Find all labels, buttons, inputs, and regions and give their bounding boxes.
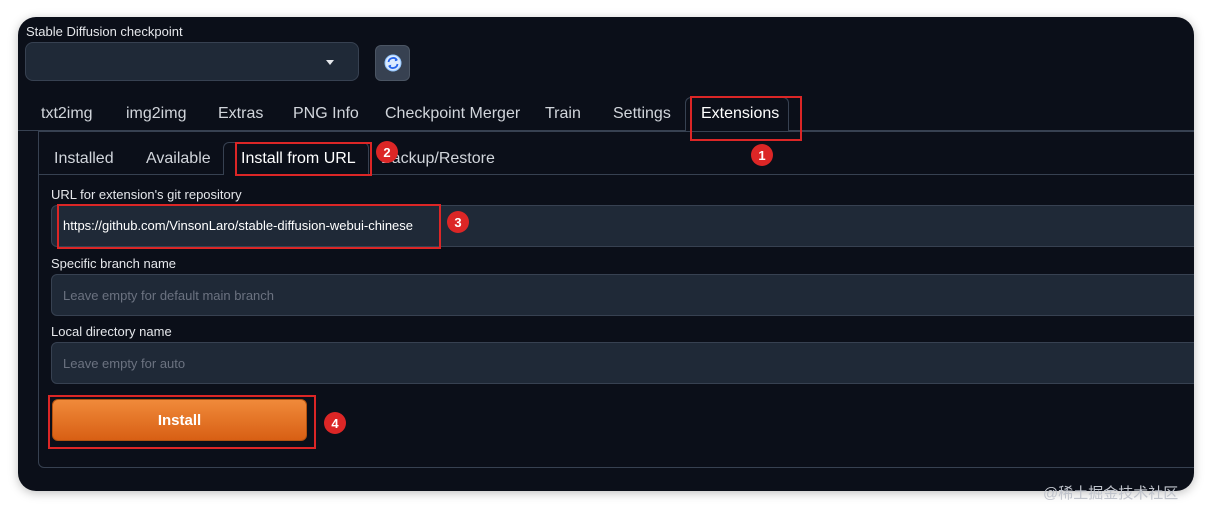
directory-input[interactable]: Leave empty for auto [51, 342, 1194, 384]
branch-field-label: Specific branch name [51, 256, 177, 271]
checkpoint-label: Stable Diffusion checkpoint [26, 24, 183, 39]
annotation-badge-2: 2 [376, 141, 398, 163]
annotation-badge-1: 1 [751, 144, 773, 166]
annotation-badge-3: 3 [447, 211, 469, 233]
caret-down-icon [326, 60, 334, 65]
tab-settings[interactable]: Settings [613, 105, 671, 123]
tab-png-info[interactable]: PNG Info [293, 105, 359, 123]
tab-installed[interactable]: Installed [54, 150, 114, 168]
highlight-install-from-url-tab [235, 142, 372, 176]
branch-input[interactable]: Leave empty for default main branch [51, 274, 1194, 316]
refresh-checkpoint-button[interactable] [375, 45, 410, 81]
tab-extras[interactable]: Extras [218, 105, 263, 123]
tab-train[interactable]: Train [545, 105, 581, 123]
tab-img2img[interactable]: img2img [126, 105, 186, 123]
checkpoint-dropdown[interactable] [25, 42, 359, 81]
watermark-text: @稀土掘金技术社区 [1043, 485, 1179, 502]
refresh-icon [384, 54, 401, 72]
highlight-url-input [57, 204, 441, 249]
tab-checkpoint-merger[interactable]: Checkpoint Merger [385, 105, 520, 123]
tab-available[interactable]: Available [146, 150, 211, 168]
annotation-badge-4: 4 [324, 412, 346, 434]
url-field-label: URL for extension's git repository [51, 187, 242, 202]
branch-input-placeholder: Leave empty for default main branch [63, 288, 275, 303]
highlight-install-button [48, 395, 316, 449]
tab-txt2img[interactable]: txt2img [41, 105, 93, 123]
tab-backup-restore[interactable]: Backup/Restore [381, 150, 495, 168]
highlight-extensions-tab [690, 96, 802, 141]
sub-tabs-divider [39, 174, 1194, 175]
directory-input-placeholder: Leave empty for auto [63, 356, 186, 371]
directory-field-label: Local directory name [51, 324, 172, 339]
